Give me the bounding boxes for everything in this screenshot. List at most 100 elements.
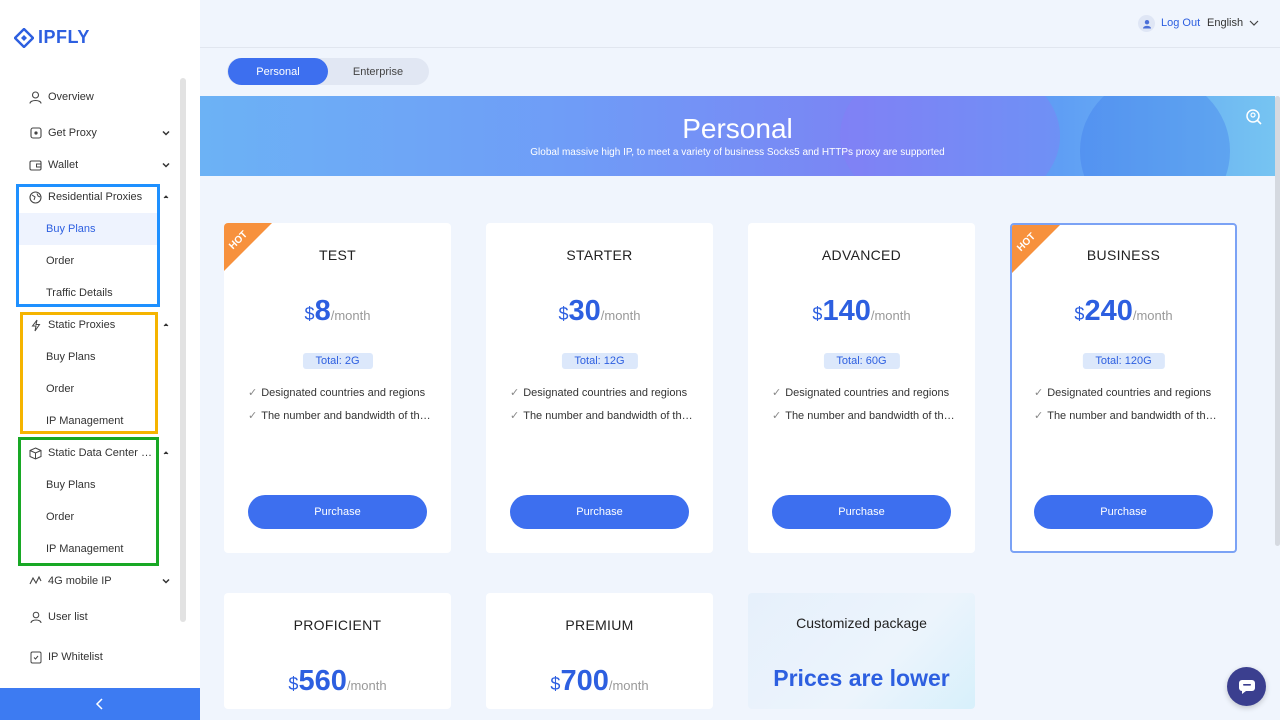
chevron-down-icon: [1249, 20, 1259, 26]
plan-price: $700/month: [550, 665, 649, 697]
plan-total-badge: Total: 120G: [1082, 353, 1165, 369]
sidebar: IPFLY Overview Get Proxy Wallet Resident…: [0, 0, 200, 720]
check-icon: ✓: [1034, 410, 1044, 422]
brand-logo-icon: [14, 27, 34, 48]
sidebar-sub-residential-buy-plans[interactable]: Buy Plans: [16, 213, 158, 245]
plan-name: TEST: [319, 247, 356, 263]
sidebar-item-4g-mobile-ip[interactable]: 4G mobile IP: [0, 565, 180, 597]
check-icon: ✓: [1034, 387, 1044, 399]
plan-feature: ✓ Designated countries and regions: [1034, 387, 1212, 399]
customized-package-card[interactable]: Customized package Prices are lower: [748, 593, 975, 709]
chevron-up-icon[interactable]: [161, 448, 171, 458]
sidebar-sub-static-ip-management[interactable]: IP Management: [16, 405, 158, 437]
sidebar-scrollbar[interactable]: [180, 78, 186, 622]
plan-price: $30/month: [558, 295, 641, 327]
plan-name: PROFICIENT: [293, 617, 382, 633]
sidebar-item-label: 4G mobile IP: [48, 575, 112, 587]
plan-feature: ✓ Designated countries and regions: [248, 387, 426, 399]
plan-price: $560/month: [288, 665, 387, 697]
user-avatar-icon[interactable]: [1138, 15, 1155, 32]
wallet-icon: [29, 159, 42, 172]
check-icon: ✓: [772, 410, 782, 422]
check-icon: ✓: [248, 387, 258, 399]
sidebar-item-label: Overview: [48, 91, 94, 103]
sidebar-item-label: Residential Proxies: [48, 191, 143, 203]
brand-name: IPFLY: [38, 27, 90, 47]
purchase-button[interactable]: Purchase: [1034, 495, 1213, 529]
chevron-left-icon: [95, 698, 103, 710]
sidebar-collapse-button[interactable]: [0, 688, 200, 720]
plan-total-badge: Total: 2G: [302, 353, 373, 369]
content-scrollbar[interactable]: [1275, 96, 1280, 546]
tab-enterprise[interactable]: Enterprise: [328, 58, 428, 85]
sidebar-sub-residential-traffic-details[interactable]: Traffic Details: [16, 277, 158, 309]
search-location-icon[interactable]: [1245, 108, 1263, 126]
plan-card-proficient: PROFICIENT $560/month: [224, 593, 451, 709]
sidebar-sub-datacenter-buy-plans[interactable]: Buy Plans: [16, 469, 158, 501]
purchase-button[interactable]: Purchase: [772, 495, 951, 529]
plan-total-badge: Total: 12G: [561, 353, 638, 369]
cube-icon: [29, 127, 42, 140]
plan-feature: ✓ The number and bandwidth of threads: [772, 410, 957, 422]
plan-feature: ✓ Designated countries and regions: [510, 387, 688, 399]
tab-personal[interactable]: Personal: [228, 58, 328, 85]
plan-feature: ✓ Designated countries and regions: [772, 387, 950, 399]
sidebar-item-wallet[interactable]: Wallet: [0, 149, 180, 181]
sidebar-sub-datacenter-ip-management[interactable]: IP Management: [16, 533, 158, 565]
plan-feature: ✓ The number and bandwidth of threads: [248, 410, 433, 422]
banner-title: Personal: [682, 113, 793, 144]
sidebar-item-ip-whitelist[interactable]: IP Whitelist: [0, 641, 180, 673]
plan-type-toggle: Personal Enterprise: [227, 58, 429, 85]
sidebar-item-label: Get Proxy: [48, 127, 97, 139]
banner-subtitle: Global massive high IP, to meet a variet…: [530, 147, 945, 158]
check-icon: ✓: [510, 410, 520, 422]
sidebar-item-residential-proxies[interactable]: Residential Proxies: [0, 181, 180, 213]
shield-icon: [29, 651, 42, 664]
plan-name: PREMIUM: [565, 617, 634, 633]
custom-package-tagline: Prices are lower: [773, 665, 950, 691]
plan-card-test: HOT TEST $8/month Total: 2G ✓ Designated …: [224, 223, 451, 553]
sidebar-item-label: Static Data Center Prox...: [48, 447, 158, 459]
plan-total-badge: Total: 60G: [823, 353, 900, 369]
sidebar-item-user-list[interactable]: User list: [0, 601, 180, 633]
sidebar-item-overview[interactable]: Overview: [0, 81, 180, 113]
custom-package-title: Customized package: [796, 615, 927, 631]
globe-icon: [29, 190, 42, 204]
language-label: English: [1207, 17, 1244, 29]
plan-card-premium: PREMIUM $700/month: [486, 593, 713, 709]
network-icon: [29, 575, 42, 588]
sidebar-item-label: Static Proxies: [48, 319, 116, 331]
brand-logo[interactable]: IPFLY: [14, 27, 90, 48]
plan-card-business: HOT BUSINESS $240/month Total: 120G ✓ Des…: [1010, 223, 1237, 553]
logout-link[interactable]: Log Out: [1161, 17, 1200, 29]
chevron-up-icon[interactable]: [161, 320, 171, 330]
box-icon: [29, 446, 42, 460]
sidebar-item-static-data-center[interactable]: Static Data Center Prox...: [0, 437, 180, 469]
sidebar-sub-datacenter-order[interactable]: Order: [16, 501, 158, 533]
check-icon: ✓: [772, 387, 782, 399]
sidebar-sub-static-buy-plans[interactable]: Buy Plans: [16, 341, 158, 373]
chevron-down-icon[interactable]: [161, 128, 171, 138]
sidebar-item-label: Wallet: [48, 159, 79, 171]
person-icon: [29, 611, 42, 624]
check-icon: ✓: [248, 410, 258, 422]
plan-card-advanced: ADVANCED $140/month Total: 60G ✓ Designat…: [748, 223, 975, 553]
sidebar-item-label: User list: [48, 611, 88, 623]
sidebar-item-get-proxy[interactable]: Get Proxy: [0, 117, 180, 149]
chevron-down-icon[interactable]: [161, 160, 171, 170]
chat-support-button[interactable]: [1227, 667, 1266, 706]
sidebar-sub-static-order[interactable]: Order: [16, 373, 158, 405]
sidebar-sub-residential-order[interactable]: Order: [16, 245, 158, 277]
purchase-button[interactable]: Purchase: [510, 495, 689, 529]
top-header: Log Out English: [200, 0, 1280, 48]
hero-banner: Personal Global massive high IP, to meet…: [200, 96, 1275, 176]
plan-feature: ✓ The number and bandwidth of threads: [1034, 410, 1219, 422]
purchase-button[interactable]: Purchase: [248, 495, 427, 529]
language-selector[interactable]: English: [1207, 17, 1259, 29]
plan-card-starter: STARTER $30/month Total: 12G ✓ Designated…: [486, 223, 713, 553]
plan-name: BUSINESS: [1086, 247, 1161, 263]
plan-price: $240/month: [1074, 295, 1173, 327]
sidebar-item-static-proxies[interactable]: Static Proxies: [0, 309, 180, 341]
chevron-up-icon[interactable]: [161, 192, 171, 202]
chevron-down-icon[interactable]: [161, 576, 171, 586]
